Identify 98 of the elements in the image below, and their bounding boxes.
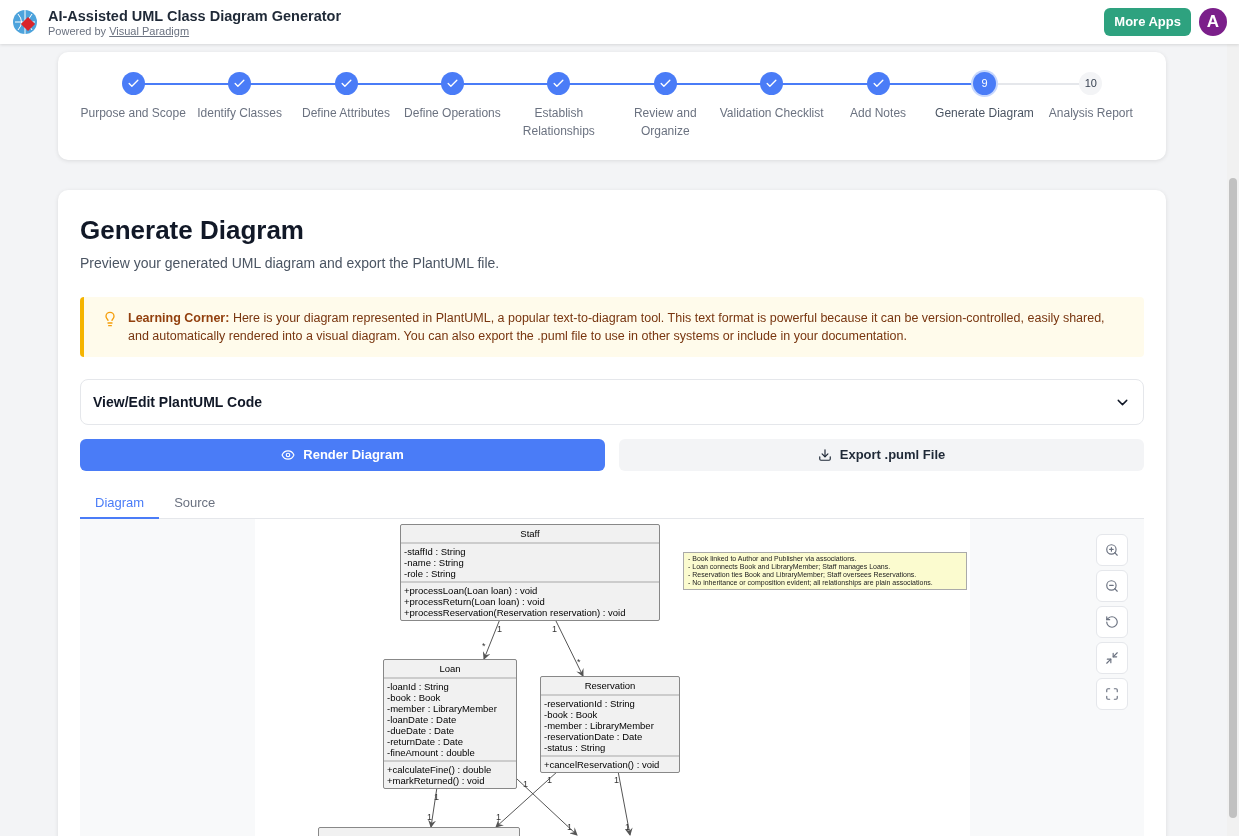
zoom-in-icon — [1105, 543, 1119, 557]
class-attribute: -book : Book — [387, 692, 442, 703]
multiplicity-label: 1 — [497, 624, 502, 634]
class-attribute: -returnDate : Date — [387, 736, 465, 747]
class-attribute: -staffId : String — [404, 546, 467, 557]
class-attribute: -reservationId : String — [544, 698, 636, 709]
class-attribute: -book : Book — [544, 709, 599, 720]
class-attribute: -member : LibraryMember — [544, 720, 655, 731]
rotate-icon — [1105, 615, 1119, 629]
download-icon — [817, 448, 832, 462]
class-attribute: -loanDate : Date — [387, 714, 458, 725]
step-label: Analysis Report — [1048, 105, 1133, 122]
class-operation: +cancelReservation() : void — [544, 759, 661, 770]
check-icon — [445, 77, 459, 90]
visual-paradigm-link[interactable]: Visual Paradigm — [109, 24, 190, 37]
association-arrow — [482, 618, 501, 660]
multiplicity-label: 1 — [434, 792, 439, 802]
class-attribute: -role : String — [404, 568, 457, 579]
powered-by-text: Powered by — [48, 24, 107, 37]
class-attribute: -dueDate : Date — [387, 725, 456, 736]
app-title: AI-Assisted UML Class Diagram Generator — [48, 6, 342, 25]
scrollbar[interactable] — [1227, 44, 1239, 836]
zoom-out-button[interactable] — [1096, 570, 1128, 602]
step-indicator[interactable] — [334, 72, 358, 95]
step-label: Add Notes — [850, 105, 907, 122]
step-label: Purpose and Scope — [80, 105, 186, 122]
render-diagram-button[interactable]: Render Diagram — [80, 439, 605, 471]
check-icon — [126, 77, 140, 90]
export-button[interactable]: Export .puml File — [619, 439, 1144, 471]
step-label: Establish Relationships — [521, 105, 596, 140]
class-operation: +processReturn(Loan loan) : void — [404, 596, 546, 607]
multiplicity-label: 1 — [496, 812, 501, 822]
expand-icon — [1105, 687, 1119, 701]
class-operation: +markReturned() : void — [387, 775, 486, 786]
multiplicity-label: 1 — [567, 822, 572, 832]
step-label: Define Operations — [404, 105, 501, 122]
class-attribute: -member : LibraryMember — [387, 703, 498, 714]
fit-button[interactable] — [1096, 642, 1128, 674]
eye-icon — [281, 448, 296, 462]
multiplicity-label: * — [482, 641, 486, 651]
logo-icon — [12, 9, 38, 35]
class-attribute: -status : String — [544, 742, 607, 753]
step-label: Define Attributes — [302, 105, 391, 122]
fullscreen-button[interactable] — [1096, 678, 1128, 710]
association-arrow — [516, 778, 578, 836]
step-label: Validation Checklist — [719, 105, 824, 122]
class-attribute: -fineAmount : double — [387, 747, 476, 758]
association-arrow — [617, 770, 633, 836]
step-indicator[interactable] — [866, 72, 890, 95]
step-indicator[interactable]: 9 — [972, 72, 996, 95]
association-arrow — [428, 786, 438, 828]
class-name: Reservation — [541, 677, 679, 696]
zoom-in-button[interactable] — [1096, 534, 1128, 566]
zoom-out-icon — [1105, 579, 1119, 593]
step-indicator[interactable]: 10 — [1079, 72, 1103, 95]
reset-button[interactable] — [1096, 606, 1128, 638]
shrink-icon — [1105, 651, 1119, 665]
lightbulb-icon — [102, 311, 118, 327]
check-icon — [339, 77, 353, 90]
view-tab[interactable]: Source — [159, 489, 231, 519]
learning-corner-text: Learning Corner: Here is your diagram represented in PlantUML, a popular text-to-diagram tool. This text format is powerful because it can be version-controlled, easily shared, and automatically rendered into a visual diagram. You can also export the .puml file to use in other systems or include in your documentation. — [128, 310, 1106, 345]
step-indicator[interactable] — [547, 72, 571, 95]
check-icon — [871, 77, 885, 90]
multiplicity-label: 1 — [614, 775, 619, 785]
class-operation: +processReservation(Reservation reservation) : void — [404, 607, 627, 618]
class-operation: +processLoan(Loan loan) : void — [404, 585, 539, 596]
step-indicator[interactable] — [653, 72, 677, 95]
class-name: Loan — [384, 660, 516, 679]
association-arrow — [554, 618, 584, 677]
user-avatar[interactable]: A — [1199, 8, 1227, 36]
check-icon — [233, 77, 247, 90]
class-attribute: -loanId : String — [387, 681, 450, 692]
class-operation: +calculateFine() : double — [387, 764, 493, 775]
multiplicity-label: 1 — [427, 812, 432, 822]
association-arrow — [495, 770, 559, 828]
multiplicity-label: 1 — [547, 775, 552, 785]
multiplicity-label: 1 — [523, 779, 528, 789]
check-icon — [552, 77, 566, 90]
page-title: Generate Diagram — [80, 214, 305, 246]
class-name: Staff — [401, 525, 659, 544]
class-attribute: -name : String — [404, 557, 465, 568]
step-label: Identify Classes — [197, 105, 282, 122]
step-indicator[interactable] — [228, 72, 252, 95]
step-label: Generate Diagram — [935, 105, 1034, 122]
step-number: 10 — [1084, 76, 1097, 92]
step-indicator[interactable] — [760, 72, 784, 95]
check-icon — [765, 77, 779, 90]
step-indicator[interactable] — [121, 72, 145, 95]
plantuml-code-accordion[interactable]: View/Edit PlantUML Code — [80, 379, 1144, 425]
page-subtitle: Preview your generated UML diagram and export the PlantUML file. — [80, 254, 501, 273]
check-icon — [658, 77, 672, 90]
more-apps-button[interactable]: More Apps — [1104, 8, 1191, 36]
multiplicity-label: 1 — [552, 624, 557, 634]
class-attribute: -reservationDate : Date — [544, 731, 644, 742]
step-number: 9 — [981, 76, 988, 92]
multiplicity-label: 1 — [625, 822, 630, 832]
multiplicity-label: * — [577, 657, 581, 667]
step-indicator[interactable] — [440, 72, 464, 95]
